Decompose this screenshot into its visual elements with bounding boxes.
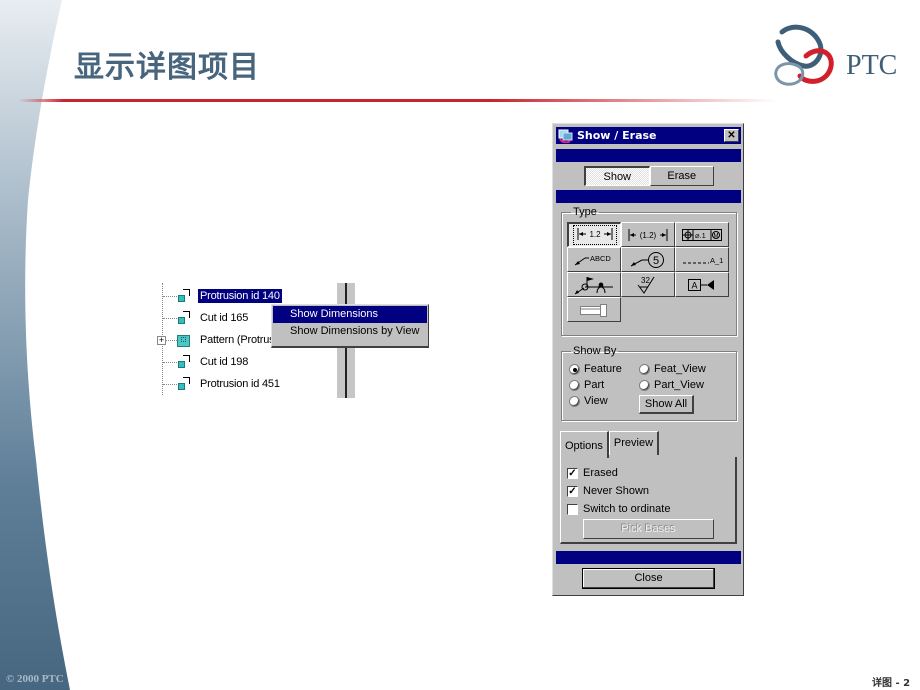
- svg-text:1.2: 1.2: [589, 230, 601, 239]
- checkbox-label: Switch to ordinate: [583, 503, 671, 515]
- tree-item-protrusion-451[interactable]: Protrusion id 451: [155, 374, 282, 394]
- tree-item-label: Protrusion id 140: [198, 289, 282, 303]
- copyright-text: © 2000 PTC: [6, 673, 64, 685]
- svg-text:A_1: A_1: [710, 256, 723, 265]
- page-number: 详图 - 2: [872, 678, 911, 689]
- symbol-type-button[interactable]: [567, 272, 621, 297]
- radio-button[interactable]: [569, 395, 580, 407]
- checkbox-switch-to-ordinate[interactable]: Switch to ordinate: [567, 503, 670, 515]
- surface-finish-type-button[interactable]: 32: [621, 272, 675, 297]
- surface-finish-icon: 32: [637, 276, 655, 294]
- svg-text:32: 32: [641, 276, 650, 285]
- radio-label: Feat_View: [654, 363, 706, 375]
- datum-target-type-button[interactable]: A: [675, 272, 729, 297]
- radio-part-view[interactable]: Part_View: [639, 379, 704, 391]
- slide-title: 显示详图项目: [74, 50, 260, 85]
- checkbox-label: Never Shown: [583, 485, 650, 497]
- options-tabs: Options Preview: [560, 431, 660, 458]
- geometric-tolerance-icon: ⌀.1 M: [682, 228, 722, 241]
- reference-dimension-icon: (1.2): [628, 228, 668, 241]
- svg-text:ABCD: ABCD: [590, 254, 611, 263]
- cosmetic-feature-type-button[interactable]: [567, 297, 621, 322]
- svg-text:5: 5: [653, 255, 659, 267]
- close-icon[interactable]: ✕: [724, 129, 739, 142]
- geometric-tolerance-type-button[interactable]: ⌀.1 M: [675, 222, 729, 247]
- checkbox-checked-icon[interactable]: ✓: [567, 485, 578, 497]
- radio-button[interactable]: [569, 379, 580, 391]
- tree-item-cut-165[interactable]: Cut id 165: [155, 308, 250, 328]
- radio-feature[interactable]: Feature: [569, 363, 622, 375]
- tree-item-label: Protrusion id 451: [200, 378, 280, 390]
- tree-item-cut-198[interactable]: Cut id 198: [155, 352, 250, 372]
- separator-bar: [556, 190, 741, 203]
- menu-item-show-dimensions-by-view[interactable]: Show Dimensions by View: [273, 323, 427, 340]
- feature-icon: [177, 355, 191, 369]
- header-rule: [18, 99, 778, 102]
- separator-bar: [556, 551, 741, 564]
- svg-text:A: A: [691, 280, 697, 290]
- tab-options[interactable]: Options: [560, 431, 609, 458]
- checkbox-unchecked-icon[interactable]: [567, 503, 578, 515]
- pattern-icon: [177, 333, 191, 347]
- note-type-button[interactable]: ABCD: [567, 247, 621, 272]
- feature-icon: [177, 311, 191, 325]
- dimension-type-button[interactable]: 1.2: [567, 222, 621, 247]
- close-button[interactable]: Close: [582, 568, 715, 589]
- dialog-titlebar[interactable]: Show / Erase ✕: [556, 127, 741, 144]
- tree-item-pattern[interactable]: + Pattern (Protrusi: [155, 330, 279, 350]
- show-erase-dialog: Show / Erase ✕ Show Erase Type 1.2 (1.2)…: [552, 123, 744, 596]
- symbol-icon: [574, 276, 613, 294]
- balloon-icon: 5: [630, 251, 664, 268]
- svg-text:(1.2): (1.2): [640, 231, 657, 240]
- slide-side-band: [0, 0, 70, 690]
- axis-type-button[interactable]: A_1: [675, 247, 729, 272]
- type-group-label: Type: [573, 206, 597, 218]
- tree-item-protrusion-140[interactable]: Protrusion id 140: [155, 286, 282, 306]
- menu-item-show-dimensions[interactable]: Show Dimensions: [273, 306, 427, 323]
- ptc-logo-text: PTC: [846, 50, 898, 81]
- app-icon: [558, 129, 574, 143]
- note-icon: ABCD: [574, 254, 611, 265]
- checkbox-never-shown[interactable]: ✓ Never Shown: [567, 485, 649, 497]
- pick-bases-button[interactable]: Pick Bases: [583, 519, 714, 539]
- dialog-title: Show / Erase: [577, 129, 657, 142]
- erase-mode-button[interactable]: Erase: [649, 166, 714, 186]
- radio-label: View: [584, 395, 608, 407]
- show-erase-toggle: Show Erase: [584, 166, 714, 186]
- reference-dimension-type-button[interactable]: (1.2): [621, 222, 675, 247]
- checkbox-label: Erased: [583, 467, 618, 479]
- svg-text:⌀.1: ⌀.1: [695, 231, 706, 240]
- show-by-group-label: Show By: [573, 345, 617, 357]
- dimension-icon: 1.2: [572, 225, 617, 245]
- radio-button[interactable]: [639, 379, 650, 391]
- separator-bar: [556, 149, 741, 162]
- expand-plus-icon[interactable]: +: [157, 335, 166, 345]
- ptc-logo: PTC: [766, 22, 906, 92]
- radio-label: Part: [584, 379, 605, 391]
- radio-view[interactable]: View: [569, 395, 608, 407]
- svg-text:M: M: [714, 233, 719, 239]
- radio-label: Part_View: [654, 379, 704, 391]
- tree-item-label: Cut id 198: [200, 356, 249, 368]
- cosmetic-feature-icon: [580, 303, 607, 317]
- show-mode-button[interactable]: Show: [584, 166, 650, 186]
- radio-part[interactable]: Part: [569, 379, 604, 391]
- feature-icon: [177, 289, 191, 303]
- datum-target-icon: A: [688, 278, 714, 291]
- radio-feat-view[interactable]: Feat_View: [639, 363, 706, 375]
- tree-item-label: Pattern (Protrusi: [200, 334, 277, 346]
- radio-button[interactable]: [639, 363, 650, 375]
- ptc-swirl-icon: [774, 24, 834, 86]
- checkbox-checked-icon[interactable]: ✓: [567, 467, 578, 479]
- radio-label: Feature: [584, 363, 622, 375]
- radio-button[interactable]: [569, 363, 580, 375]
- feature-icon: [177, 377, 191, 391]
- tab-preview[interactable]: Preview: [608, 431, 660, 455]
- axis-icon: A_1: [683, 256, 723, 265]
- context-menu: Show Dimensions Show Dimensions by View: [271, 304, 429, 348]
- show-all-button[interactable]: Show All: [639, 395, 694, 414]
- tree-item-label: Cut id 165: [200, 312, 249, 324]
- balloon-type-button[interactable]: 5: [621, 247, 675, 272]
- checkbox-erased[interactable]: ✓ Erased: [567, 467, 618, 479]
